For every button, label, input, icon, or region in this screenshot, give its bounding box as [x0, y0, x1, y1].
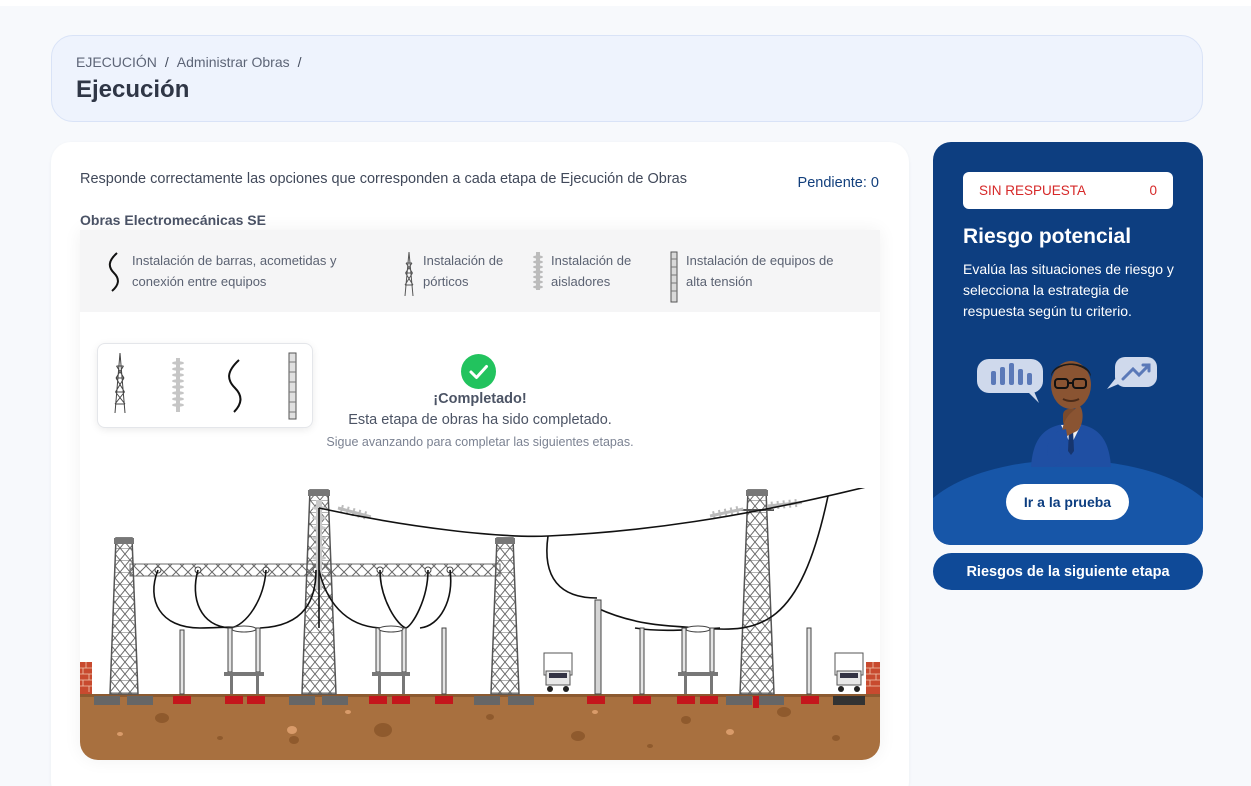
- legend-item-equipos-line2: alta tensión: [686, 274, 753, 289]
- breadcrumb-separator: /: [164, 54, 169, 70]
- legend-item-aisladores: Instalación de aisladores: [533, 250, 631, 292]
- high-voltage-equipment-icon: [670, 251, 678, 303]
- tower-left: [109, 537, 139, 695]
- construction-game: Instalación de barras, acometidas y conex…: [80, 230, 880, 760]
- legend-item-cables: Instalación de barras, acometidas y conex…: [108, 250, 337, 293]
- insulator-icon: [533, 252, 543, 290]
- trend-bubble-icon: [1107, 357, 1157, 389]
- risk-panel: SIN RESPUESTA 0 Riesgo potencial Evalúa …: [933, 142, 1203, 545]
- portico-tower-icon: [404, 251, 414, 297]
- legend-item-equipos-line1: Instalación de equipos de: [686, 253, 834, 268]
- check-circle-icon: [461, 354, 496, 389]
- breadcrumb: EJECUCIÓN / Administrar Obras /: [76, 54, 302, 70]
- line-insulators: [337, 498, 802, 520]
- truck-right: [834, 652, 864, 692]
- section-title: Obras Electromecánicas SE: [80, 212, 266, 228]
- tower-mid: [490, 537, 520, 695]
- brick-wall-right: [866, 662, 880, 694]
- risk-title: Riesgo potencial: [963, 225, 1132, 248]
- breadcrumb-item-administrar-obras[interactable]: Administrar Obras: [177, 54, 290, 70]
- completion-hint: Sigue avanzando para completar las sigui…: [326, 435, 634, 449]
- completion-message: Esta etapa de obras ha sido completado.: [348, 412, 612, 428]
- legend-item-cables-line1: Instalación de barras, acometidas y: [132, 253, 337, 268]
- risk-description: Evalúa las situaciones de riesgo y selec…: [963, 261, 1174, 319]
- status-badge: SIN RESPUESTA 0: [963, 172, 1173, 209]
- instruction-text: Responde correctamente las opciones que …: [80, 171, 687, 187]
- legend-item-porticos-line2: pórticos: [423, 274, 469, 289]
- legend-item-aisladores-line1: Instalación de: [551, 253, 632, 268]
- legend-item-aisladores-line2: aisladores: [551, 274, 611, 289]
- legend-bar: Instalación de barras, acometidas y conex…: [80, 230, 880, 312]
- equipment-piece-icon[interactable]: [288, 352, 297, 420]
- chart-bubble-icon: [977, 359, 1043, 403]
- truck-left: [543, 652, 573, 692]
- go-to-test-button[interactable]: Ir a la prueba: [1006, 484, 1129, 520]
- legend-item-equipos: Instalación de equipos de alta tensión: [670, 250, 833, 303]
- substation-scene: [80, 488, 880, 760]
- activity-card: Responde correctamente las opciones que …: [51, 142, 909, 786]
- page-header: EJECUCIÓN / Administrar Obras / Ejecució…: [51, 35, 1203, 122]
- status-label: SIN RESPUESTA: [979, 183, 1087, 198]
- pending-label: Pendiente:: [797, 175, 867, 191]
- top-strip: [0, 0, 1251, 6]
- legend-item-cables-line2: conexión entre equipos: [132, 274, 267, 289]
- pending-count: 0: [870, 175, 879, 191]
- brick-wall-left: [80, 662, 92, 694]
- cable-icon: [108, 252, 119, 292]
- breadcrumb-separator: /: [297, 54, 302, 70]
- legend-item-porticos: Instalación de pórticos: [403, 250, 503, 297]
- advisor-avatar: [977, 357, 1157, 467]
- next-stage-risks-button[interactable]: Riesgos de la siguiente etapa: [933, 553, 1203, 590]
- legend-item-porticos-line1: Instalación de: [423, 253, 504, 268]
- pending-counter: Pendiente: 0: [798, 175, 879, 191]
- breadcrumb-item-ejecucion[interactable]: EJECUCIÓN: [76, 54, 157, 70]
- completion-title: ¡Completado!: [433, 391, 527, 407]
- page-title: Ejecución: [76, 76, 190, 103]
- status-count: 0: [1149, 183, 1157, 198]
- tower-right: [739, 489, 775, 695]
